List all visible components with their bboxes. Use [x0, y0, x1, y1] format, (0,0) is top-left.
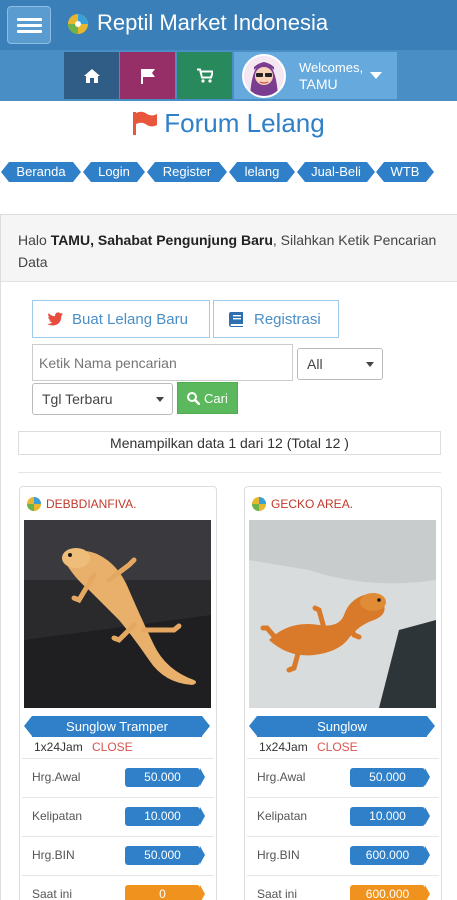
- price-row-now: Saat ini 0: [22, 875, 214, 900]
- price-row-now: Saat ini 600.000: [247, 875, 439, 900]
- welcome-text: Welcomes,: [299, 60, 364, 75]
- price-row-bin: Hrg.BIN 600.000: [247, 836, 439, 875]
- results-summary: Menampilkan data 1 dari 12 (Total 12 ): [18, 431, 441, 455]
- search-button-label: Cari: [204, 391, 228, 406]
- price-label: Saat ini: [32, 887, 73, 900]
- price-value: 600.000: [350, 885, 430, 900]
- user-menu-dropdown[interactable]: Welcomes, TAMU: [234, 52, 397, 99]
- price-label: Saat ini: [257, 887, 298, 900]
- breadcrumb-beranda[interactable]: Beranda: [1, 162, 81, 182]
- auction-duration: 1x24Jam: [34, 740, 83, 754]
- price-row-step: Kelipatan 10.000: [22, 797, 214, 836]
- nav-bar: Welcomes, TAMU: [0, 50, 457, 101]
- auction-card[interactable]: DEBBDIANFIVA. Sunglow Tramper 1x24Jam CL…: [19, 486, 217, 900]
- auction-card[interactable]: GECKO AREA. Sunglow 1x24Jam CLOSE Hrg.Aw…: [244, 486, 442, 900]
- sort-value: Tgl Terbaru: [42, 391, 113, 407]
- app-title: Reptil Market Indonesia: [97, 10, 329, 35]
- new-auction-button[interactable]: Buat Lelang Baru: [32, 300, 210, 338]
- chevron-down-icon: [370, 72, 382, 79]
- divider: [18, 472, 441, 473]
- price-value: 50.000: [125, 768, 205, 787]
- item-name-tag: Sunglow: [249, 716, 435, 737]
- register-button[interactable]: Registrasi: [213, 300, 339, 338]
- price-value: 10.000: [125, 807, 205, 826]
- item-name-tag: Sunglow Tramper: [24, 716, 210, 737]
- page-title-text: Forum Lelang: [164, 108, 325, 138]
- sort-select[interactable]: Tgl Terbaru: [32, 383, 173, 415]
- user-avatar: [242, 54, 286, 98]
- seller-name: DEBBDIANFIVA.: [46, 497, 137, 511]
- greeting-text: Halo TAMU, Sahabat Pengunjung Baru, Sila…: [18, 232, 437, 270]
- nav-cart-button[interactable]: [177, 52, 232, 99]
- nav-home-button[interactable]: [64, 52, 119, 99]
- gecko-photo[interactable]: [249, 520, 436, 708]
- flag-icon: [140, 68, 155, 84]
- search-button[interactable]: Cari: [177, 382, 238, 414]
- seller-logo-icon: [27, 497, 41, 511]
- cart-icon: [196, 68, 213, 83]
- new-auction-label: Buat Lelang Baru: [72, 311, 188, 328]
- register-label: Registrasi: [254, 311, 321, 328]
- breadcrumb-login[interactable]: Login: [83, 162, 145, 182]
- nav-flag-button[interactable]: [120, 52, 175, 99]
- price-value: 50.000: [125, 846, 205, 865]
- app-header: Reptil Market Indonesia: [0, 0, 457, 50]
- search-input[interactable]: [32, 344, 293, 381]
- category-value: All: [307, 356, 323, 372]
- book-icon: [229, 312, 243, 327]
- seller-logo-icon: [252, 497, 266, 511]
- price-row-start: Hrg.Awal 50.000: [22, 758, 214, 797]
- breadcrumb-jual-beli[interactable]: Jual-Beli: [297, 162, 375, 182]
- caret-down-icon: [156, 397, 164, 402]
- breadcrumb-lelang[interactable]: lelang: [229, 162, 295, 182]
- breadcrumb-wtb[interactable]: WTB: [376, 162, 434, 182]
- price-value: 10.000: [350, 807, 430, 826]
- page-title: Forum Lelang: [0, 108, 457, 139]
- price-label: Kelipatan: [257, 809, 308, 823]
- gecko-photo[interactable]: [24, 520, 211, 708]
- flag-icon: [133, 111, 158, 135]
- price-label: Hrg.BIN: [257, 848, 300, 862]
- hamburger-menu-button[interactable]: [7, 6, 51, 44]
- caret-down-icon: [366, 362, 374, 367]
- price-label: Hrg.Awal: [32, 770, 81, 784]
- app-logo-icon: [68, 14, 88, 34]
- home-icon: [83, 68, 100, 83]
- search-icon: [187, 392, 200, 405]
- status-badge: CLOSE: [92, 740, 133, 754]
- price-label: Hrg.BIN: [32, 848, 75, 862]
- price-row-step: Kelipatan 10.000: [247, 797, 439, 836]
- price-value: 600.000: [350, 846, 430, 865]
- price-value: 0: [125, 885, 205, 900]
- status-badge: CLOSE: [317, 740, 358, 754]
- seller-name: GECKO AREA.: [271, 497, 354, 511]
- twitter-icon: [47, 312, 63, 326]
- price-value: 50.000: [350, 768, 430, 787]
- price-label: Hrg.Awal: [257, 770, 306, 784]
- category-select[interactable]: All: [297, 348, 383, 380]
- user-name: TAMU: [299, 76, 338, 92]
- price-label: Kelipatan: [32, 809, 83, 823]
- breadcrumb-register[interactable]: Register: [147, 162, 227, 182]
- price-row-start: Hrg.Awal 50.000: [247, 758, 439, 797]
- auction-duration: 1x24Jam: [259, 740, 308, 754]
- price-row-bin: Hrg.BIN 50.000: [22, 836, 214, 875]
